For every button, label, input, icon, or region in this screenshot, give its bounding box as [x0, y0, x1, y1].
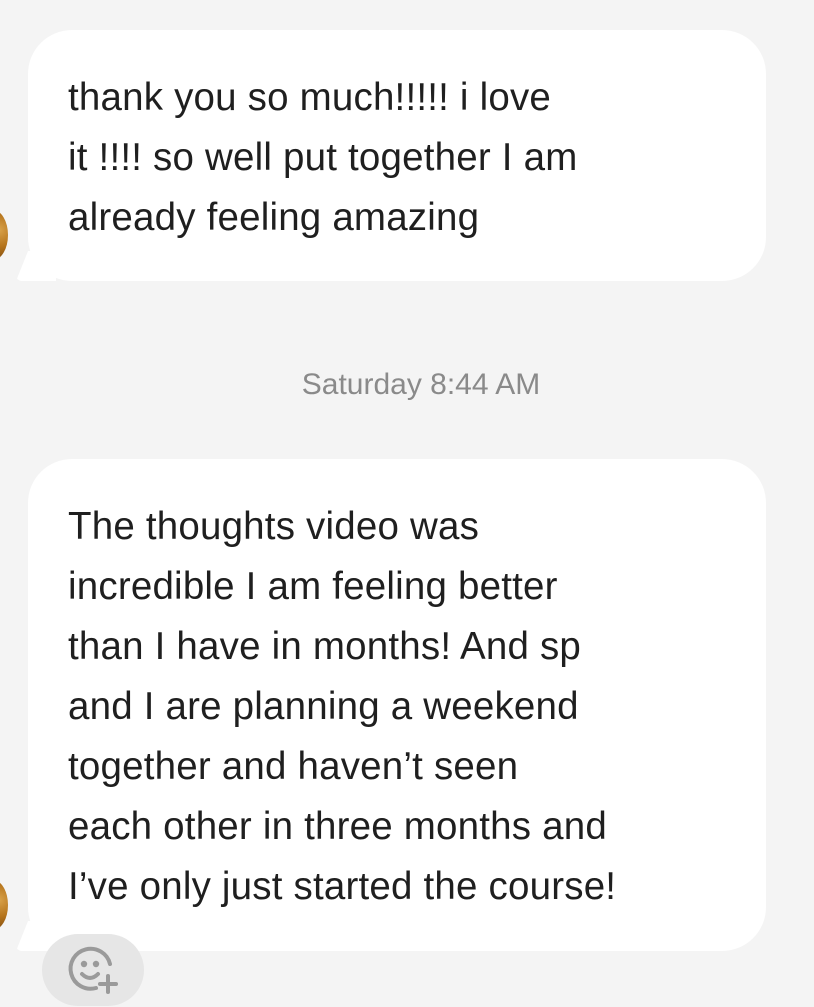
bubble-tail [16, 251, 56, 281]
message-bubble[interactable]: thank you so much!!!!! i love it !!!! so… [16, 30, 766, 281]
message-text: The thoughts video was incredible I am f… [68, 505, 617, 908]
message-text: thank you so much!!!!! i love it !!!! so… [68, 76, 578, 239]
add-reaction-button[interactable] [42, 934, 144, 1006]
sender-avatar[interactable] [0, 880, 8, 930]
message-bubble[interactable]: The thoughts video was incredible I am f… [16, 459, 766, 951]
add-reaction-icon [68, 946, 118, 994]
sender-avatar[interactable] [0, 210, 8, 260]
message-timestamp: Saturday 8:44 AM [301, 368, 541, 401]
